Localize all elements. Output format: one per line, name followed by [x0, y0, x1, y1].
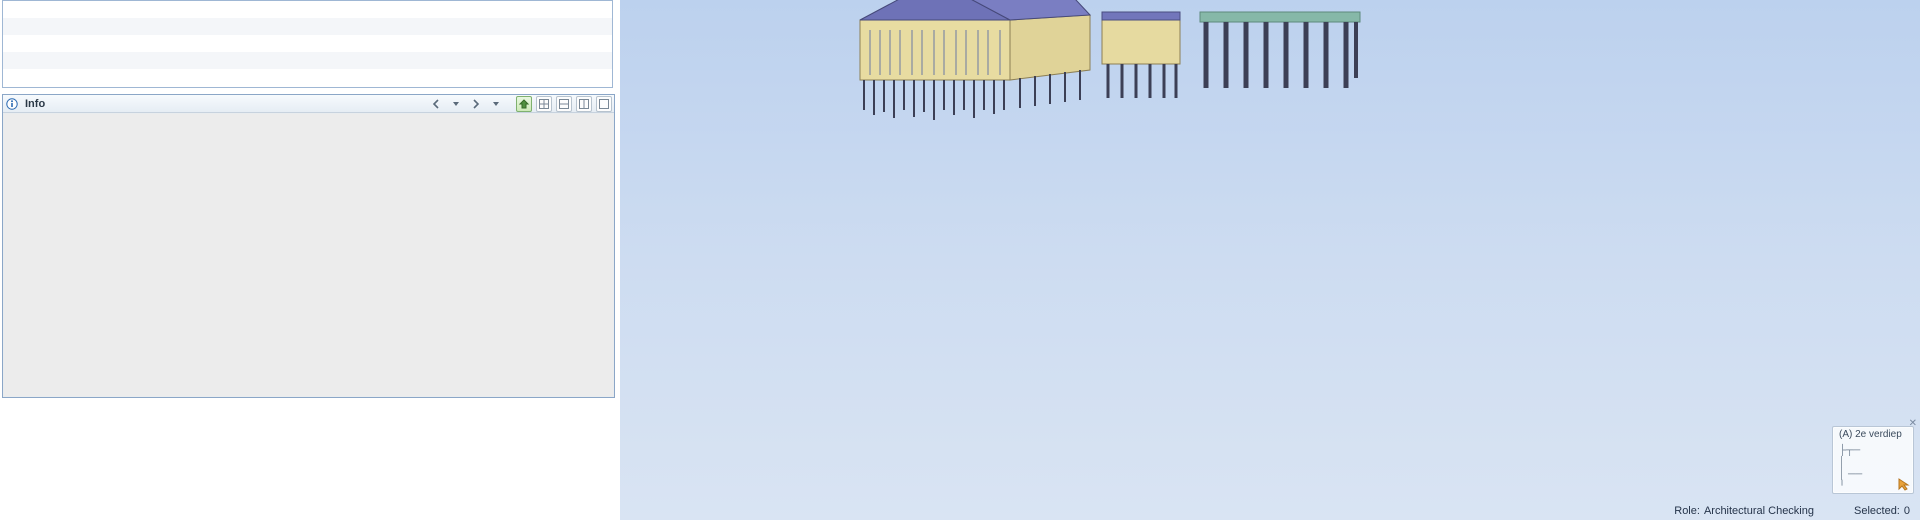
status-selected: Selected: 0 [1854, 505, 1910, 517]
close-icon[interactable]: ✕ [1909, 418, 1917, 429]
info-panel: Info [2, 94, 615, 398]
layout-1-button[interactable] [536, 96, 552, 112]
navigator-label: (A) 2e verdiep [1839, 429, 1909, 440]
status-selected-label: Selected: [1854, 505, 1900, 517]
list-row [3, 69, 612, 86]
grid-icon [598, 98, 610, 110]
layout-2-button[interactable] [556, 96, 572, 112]
navigator-glyphs: ├┬─││ ──╵ [1839, 445, 1862, 493]
home-button[interactable] [516, 96, 532, 112]
model-drawing [840, 0, 1540, 120]
info-panel-header: Info [3, 95, 614, 113]
status-role: Role: Architectural Checking [1674, 505, 1814, 517]
chevron-left-icon [431, 99, 441, 109]
view-navigator[interactable]: ✕ (A) 2e verdiep ├┬─││ ──╵ [1832, 426, 1914, 494]
list-row [3, 18, 612, 35]
model-viewport[interactable]: ✕ (A) 2e verdiep ├┬─││ ──╵ Role: Archite… [620, 0, 1920, 520]
status-selected-value: 0 [1904, 505, 1910, 517]
grid-icon [558, 98, 570, 110]
list-row [3, 1, 612, 18]
list-row [3, 52, 612, 69]
caret-down-icon [452, 100, 460, 108]
list-row [3, 35, 612, 52]
caret-down-icon [492, 100, 500, 108]
grid-icon [538, 98, 550, 110]
home-arrow-icon [518, 98, 530, 110]
info-panel-body[interactable] [4, 114, 613, 396]
cursor-icon [1897, 477, 1911, 491]
chevron-right-icon [471, 99, 481, 109]
layout-4-button[interactable] [596, 96, 612, 112]
nav-prev-menu-button[interactable] [448, 96, 464, 112]
status-role-label: Role: [1674, 505, 1700, 517]
info-icon [5, 97, 19, 111]
status-role-value: Architectural Checking [1704, 505, 1814, 517]
status-bar: Role: Architectural Checking Selected: 0 [1240, 502, 1920, 520]
nav-next-button[interactable] [468, 96, 484, 112]
upper-list-panel[interactable] [2, 0, 613, 88]
nav-prev-button[interactable] [428, 96, 444, 112]
nav-next-menu-button[interactable] [488, 96, 504, 112]
info-panel-title: Info [25, 98, 45, 110]
grid-icon [578, 98, 590, 110]
layout-3-button[interactable] [576, 96, 592, 112]
